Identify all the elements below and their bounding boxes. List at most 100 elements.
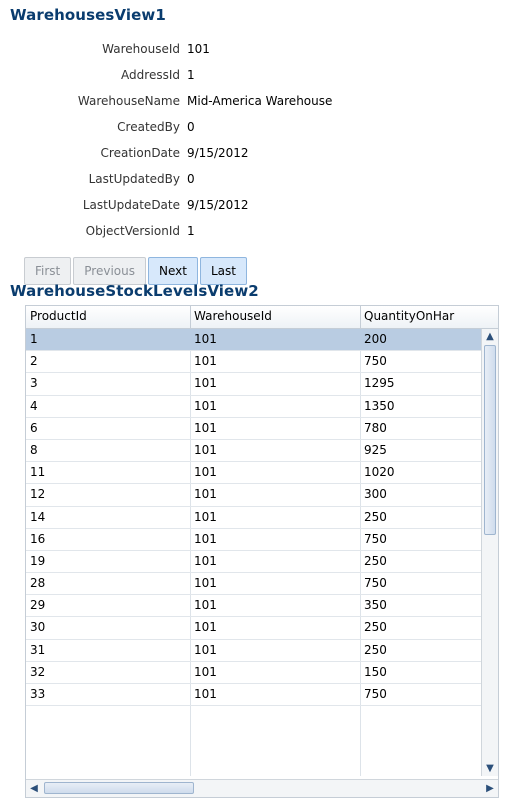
field-value: 9/15/2012 xyxy=(187,198,249,212)
form-row: LastUpdateDate 9/15/2012 xyxy=(0,194,505,220)
table-cell: 750 xyxy=(364,687,387,701)
field-value: 0 xyxy=(187,172,195,186)
section-title-stock-levels: WarehouseStockLevelsView2 xyxy=(10,282,259,300)
field-value: 1 xyxy=(187,68,195,82)
column-divider[interactable] xyxy=(360,306,361,328)
table-cell: 750 xyxy=(364,576,387,591)
form-row: WarehouseId 101 xyxy=(0,38,505,64)
form-row: WarehouseName Mid-America Warehouse xyxy=(0,90,505,116)
table-cell: 14 xyxy=(30,509,46,524)
table-row[interactable]: 11 101 1020 xyxy=(26,462,482,485)
form-row: AddressId 1 xyxy=(0,64,505,90)
table-cell: 350 xyxy=(364,598,387,613)
table-cell: 19 xyxy=(30,553,46,568)
table-cell: 750 xyxy=(364,354,387,369)
table-row[interactable]: 8 101 925 xyxy=(26,440,482,463)
scroll-down-icon[interactable]: ▼ xyxy=(482,761,498,776)
column-header-productid[interactable]: ProductId xyxy=(30,309,190,323)
vertical-scroll-thumb[interactable] xyxy=(484,345,496,535)
table-row[interactable]: 29 101 350 xyxy=(26,595,482,618)
table-row[interactable]: 1 101 200 xyxy=(26,329,482,352)
table-cell: 1350 xyxy=(364,398,395,413)
table-cell: 6 xyxy=(30,420,38,435)
form-row: CreationDate 9/15/2012 xyxy=(0,142,505,168)
horizontal-scrollbar[interactable]: ◀ ▶ xyxy=(26,779,498,797)
table-cell: 101 xyxy=(194,687,217,701)
table-cell: 101 xyxy=(194,664,217,679)
horizontal-scroll-thumb[interactable] xyxy=(44,782,194,794)
table-cell: 31 xyxy=(30,642,46,657)
first-button[interactable]: First xyxy=(24,257,72,285)
field-label: LastUpdateDate xyxy=(82,198,180,212)
table-cell: 3 xyxy=(30,376,38,391)
form-row: CreatedBy 0 xyxy=(0,116,505,142)
table-cell: 780 xyxy=(364,420,387,435)
table-row[interactable]: 12 101 300 xyxy=(26,484,482,507)
table-row[interactable]: 30 101 250 xyxy=(26,617,482,640)
table-row[interactable]: 32 101 150 xyxy=(26,662,482,684)
table-row[interactable]: 6 101 780 xyxy=(26,418,482,440)
table-cell: 250 xyxy=(364,553,387,568)
section-title-warehouses: WarehousesView1 xyxy=(10,6,166,24)
table-cell: 30 xyxy=(30,620,46,635)
table-cell: 2 xyxy=(30,354,38,369)
field-value: Mid-America Warehouse xyxy=(187,94,333,108)
table-cell: 16 xyxy=(30,531,46,546)
table-cell: 101 xyxy=(194,553,217,568)
table-cell: 250 xyxy=(364,642,387,657)
table-header: ProductId WarehouseId QuantityOnHar xyxy=(26,306,498,329)
table-row[interactable]: 33 101 750 xyxy=(26,684,482,707)
table-cell: 750 xyxy=(364,531,387,546)
warehouse-form: WarehouseId 101 AddressId 1 WarehouseNam… xyxy=(0,38,505,246)
table-row[interactable]: 16 101 750 xyxy=(26,529,482,551)
table-row[interactable]: 4 101 1350 xyxy=(26,396,482,418)
field-value: 101 xyxy=(187,42,210,56)
table-row[interactable]: 28 101 750 xyxy=(26,573,482,596)
vertical-scrollbar[interactable]: ▲ ▼ xyxy=(481,329,498,776)
table-cell: 33 xyxy=(30,687,46,701)
table-cell: 101 xyxy=(194,442,217,457)
stock-levels-table: ProductId WarehouseId QuantityOnHar 1 101… xyxy=(25,305,499,798)
scroll-left-icon[interactable]: ◀ xyxy=(26,780,42,797)
table-cell: 12 xyxy=(30,487,46,502)
table-cell: 101 xyxy=(194,487,217,502)
table-row[interactable]: 14 101 250 xyxy=(26,507,482,529)
next-button[interactable]: Next xyxy=(147,257,198,285)
table-cell: 11 xyxy=(30,465,46,480)
table-cell: 101 xyxy=(194,531,217,546)
field-label: WarehouseName xyxy=(77,94,180,108)
table-cell: 101 xyxy=(194,509,217,524)
table-cell: 101 xyxy=(194,332,217,346)
table-cell: 1295 xyxy=(364,376,395,391)
table-cell: 101 xyxy=(194,620,217,635)
table-row[interactable]: 3 101 1295 xyxy=(26,373,482,396)
table-body: 1 101 200 2 101 750 3 101 1295 4 101 1350 6 101 780 8 10… xyxy=(26,329,482,776)
previous-button[interactable]: Previous xyxy=(73,257,146,285)
last-button[interactable]: Last xyxy=(199,257,247,285)
table-cell: 101 xyxy=(194,642,217,657)
field-value: 0 xyxy=(187,120,195,134)
table-cell: 101 xyxy=(194,465,217,480)
field-value: 1 xyxy=(187,224,195,238)
table-cell: 29 xyxy=(30,598,46,613)
table-cell: 1020 xyxy=(364,465,395,480)
table-row[interactable]: 19 101 250 xyxy=(26,551,482,574)
column-divider[interactable] xyxy=(190,306,191,328)
table-cell: 32 xyxy=(30,664,46,679)
scroll-right-icon[interactable]: ▶ xyxy=(482,780,498,797)
table-cell: 1 xyxy=(30,332,38,346)
field-value: 9/15/2012 xyxy=(187,146,249,160)
field-label: AddressId xyxy=(121,68,180,82)
table-row[interactable]: 31 101 250 xyxy=(26,640,482,662)
form-row: LastUpdatedBy 0 xyxy=(0,168,505,194)
table-cell: 8 xyxy=(30,442,38,457)
column-header-warehouseid[interactable]: WarehouseId xyxy=(194,309,354,323)
scroll-up-icon[interactable]: ▲ xyxy=(482,329,498,344)
column-header-quantity[interactable]: QuantityOnHar xyxy=(364,309,480,323)
table-cell: 150 xyxy=(364,664,387,679)
table-cell: 925 xyxy=(364,442,387,457)
table-row[interactable]: 2 101 750 xyxy=(26,351,482,374)
table-cell: 300 xyxy=(364,487,387,502)
table-cell: 101 xyxy=(194,398,217,413)
table-cell: 200 xyxy=(364,332,387,346)
